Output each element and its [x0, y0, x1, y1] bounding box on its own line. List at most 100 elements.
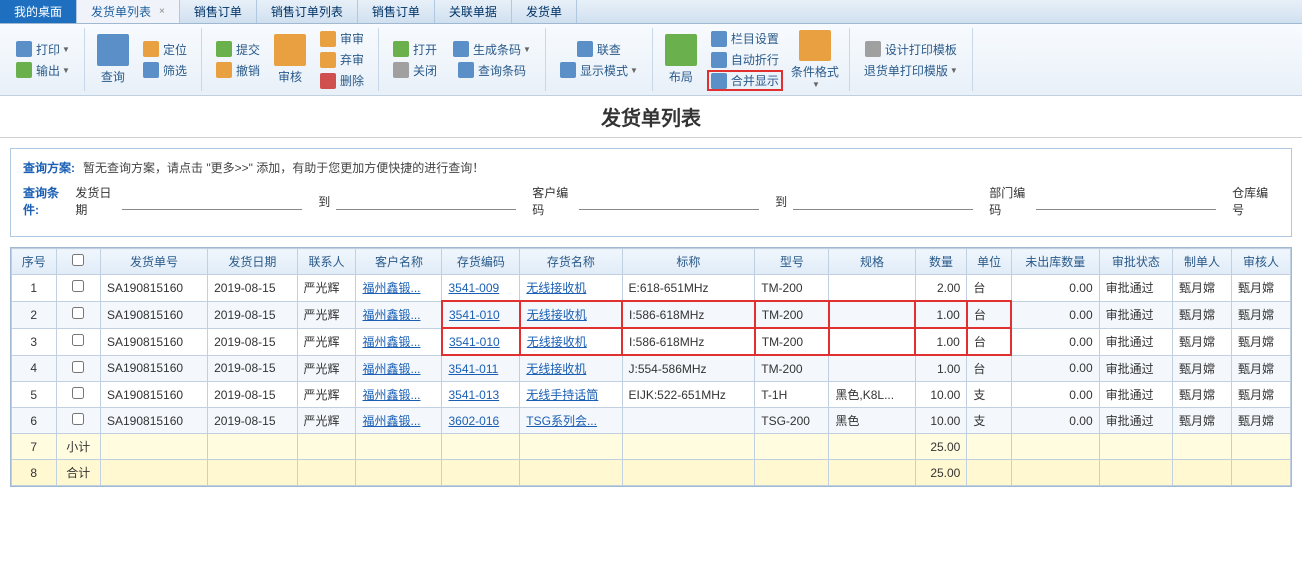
row-checkbox[interactable] — [72, 387, 84, 399]
col-pend[interactable]: 未出库数量 — [1011, 249, 1099, 275]
cell-check[interactable] — [56, 355, 101, 382]
cell-name[interactable]: TSG系列会... — [520, 408, 622, 434]
cell-check[interactable] — [56, 328, 101, 355]
cell-code[interactable]: 3541-011 — [442, 355, 520, 382]
cell-name[interactable]: 无线接收机 — [520, 275, 622, 302]
cell-code[interactable]: 3602-016 — [442, 408, 520, 434]
dispmode-button[interactable]: 显示模式▼ — [556, 60, 642, 81]
cell-contact: 严光辉 — [297, 275, 356, 302]
col-name[interactable]: 存货名称 — [520, 249, 622, 275]
cell-check[interactable] — [56, 408, 101, 434]
col-date[interactable]: 发货日期 — [208, 249, 297, 275]
cell-name[interactable]: 无线接收机 — [520, 301, 622, 328]
submit-button[interactable]: 提交 — [212, 39, 264, 60]
close-icon[interactable]: × — [159, 6, 165, 17]
select-all-checkbox[interactable] — [72, 254, 84, 266]
col-auditor[interactable]: 审核人 — [1231, 249, 1290, 275]
autowrap-button[interactable]: 自动折行 — [707, 49, 783, 70]
dept-code-input[interactable] — [1036, 192, 1216, 210]
merge-button[interactable]: 合并显示 — [707, 70, 783, 91]
cell-status: 审批通过 — [1099, 301, 1172, 328]
cell-cust[interactable]: 福州鑫锻... — [356, 275, 442, 302]
col-model[interactable]: 型号 — [755, 249, 829, 275]
print-button[interactable]: 打印▼ — [12, 39, 74, 60]
cell-name[interactable]: 无线接收机 — [520, 355, 622, 382]
linkcheck-button[interactable]: 联查 — [573, 39, 625, 60]
cell-name[interactable]: 无线手持话筒 — [520, 382, 622, 408]
ship-date-to-input[interactable] — [336, 192, 516, 210]
locate-button[interactable]: 定位 — [139, 39, 191, 60]
cell-check[interactable] — [56, 382, 101, 408]
cell-status: 审批通过 — [1099, 408, 1172, 434]
tab-sales-order-list[interactable]: 销售订单列表 — [257, 0, 358, 23]
table-row[interactable]: 6SA1908151602019-08-15严光辉福州鑫锻...3602-016… — [12, 408, 1291, 434]
col-std[interactable]: 规格 — [829, 249, 915, 275]
filter-button[interactable]: 筛选 — [139, 60, 191, 81]
cell-code[interactable]: 3541-009 — [442, 275, 520, 302]
table-row[interactable]: 3SA1908151602019-08-15严光辉福州鑫锻...3541-010… — [12, 328, 1291, 355]
cell-code[interactable]: 3541-010 — [442, 328, 520, 355]
export-button[interactable]: 输出▼ — [12, 60, 74, 81]
tab-bar: 我的桌面 发货单列表× 销售订单 销售订单列表 销售订单 关联单据 发货单 — [0, 0, 1302, 24]
condfmt-button[interactable]: 条件格式▼ — [787, 28, 843, 91]
querycode-button[interactable]: 查询条码 — [454, 60, 530, 81]
colset-button[interactable]: 栏目设置 — [707, 28, 783, 49]
cell-pend: 0.00 — [1011, 328, 1099, 355]
cust-code-from-input[interactable] — [579, 192, 759, 210]
row-checkbox[interactable] — [72, 307, 84, 319]
col-contact[interactable]: 联系人 — [297, 249, 356, 275]
open-button[interactable]: 打开 — [389, 39, 441, 60]
cell-cust[interactable]: 福州鑫锻... — [356, 328, 442, 355]
condformat-icon — [799, 30, 831, 61]
col-seq[interactable]: 序号 — [12, 249, 57, 275]
table-row[interactable]: 5SA1908151602019-08-15严光辉福州鑫锻...3541-013… — [12, 382, 1291, 408]
cell-seq: 4 — [12, 355, 57, 382]
col-cust[interactable]: 客户名称 — [356, 249, 442, 275]
cell-qty: 2.00 — [915, 275, 967, 302]
cust-code-to-input[interactable] — [793, 192, 973, 210]
col-maker[interactable]: 制单人 — [1173, 249, 1232, 275]
col-no[interactable]: 发货单号 — [101, 249, 208, 275]
col-code[interactable]: 存货编码 — [442, 249, 520, 275]
col-check[interactable] — [56, 249, 101, 275]
row-checkbox[interactable] — [72, 361, 84, 373]
return-tmpl-button[interactable]: 退货单打印模版▼ — [860, 60, 962, 81]
col-status[interactable]: 审批状态 — [1099, 249, 1172, 275]
tmpl-design-button[interactable]: 设计打印模板 — [861, 39, 961, 60]
audit2-button[interactable]: 审审 — [316, 28, 368, 49]
gencode-button[interactable]: 生成条码▼ — [449, 39, 535, 60]
cell-cust[interactable]: 福州鑫锻... — [356, 301, 442, 328]
cell-cust[interactable]: 福州鑫锻... — [356, 382, 442, 408]
revoke-button[interactable]: 撤销 — [212, 60, 264, 81]
close-button[interactable]: 关闭 — [389, 60, 441, 81]
layout-button[interactable]: 布局 — [659, 28, 703, 91]
search-button[interactable]: 查询 — [91, 28, 135, 91]
display-icon — [560, 62, 576, 78]
tab-related-doc[interactable]: 关联单据 — [435, 0, 512, 23]
tab-sales-order-2[interactable]: 销售订单 — [358, 0, 435, 23]
row-checkbox[interactable] — [72, 280, 84, 292]
tab-sales-order-1[interactable]: 销售订单 — [180, 0, 257, 23]
cell-code[interactable]: 3541-013 — [442, 382, 520, 408]
col-qty[interactable]: 数量 — [915, 249, 967, 275]
tab-desktop[interactable]: 我的桌面 — [0, 0, 77, 23]
col-unit[interactable]: 单位 — [967, 249, 1012, 275]
delete-button[interactable]: 删除 — [316, 70, 368, 91]
tab-delivery-list[interactable]: 发货单列表× — [77, 0, 180, 23]
cell-check[interactable] — [56, 301, 101, 328]
unaudit-button[interactable]: 弃审 — [316, 49, 368, 70]
col-spec[interactable]: 标称 — [622, 249, 755, 275]
audit-button[interactable]: 审核 — [268, 28, 312, 91]
cell-cust[interactable]: 福州鑫锻... — [356, 408, 442, 434]
cell-check[interactable] — [56, 275, 101, 302]
cell-code[interactable]: 3541-010 — [442, 301, 520, 328]
row-checkbox[interactable] — [72, 413, 84, 425]
row-checkbox[interactable] — [72, 334, 84, 346]
table-row[interactable]: 2SA1908151602019-08-15严光辉福州鑫锻...3541-010… — [12, 301, 1291, 328]
ship-date-from-input[interactable] — [122, 192, 302, 210]
cell-name[interactable]: 无线接收机 — [520, 328, 622, 355]
cell-cust[interactable]: 福州鑫锻... — [356, 355, 442, 382]
table-row[interactable]: 1SA1908151602019-08-15严光辉福州鑫锻...3541-009… — [12, 275, 1291, 302]
tab-delivery[interactable]: 发货单 — [512, 0, 577, 23]
table-row[interactable]: 4SA1908151602019-08-15严光辉福州鑫锻...3541-011… — [12, 355, 1291, 382]
